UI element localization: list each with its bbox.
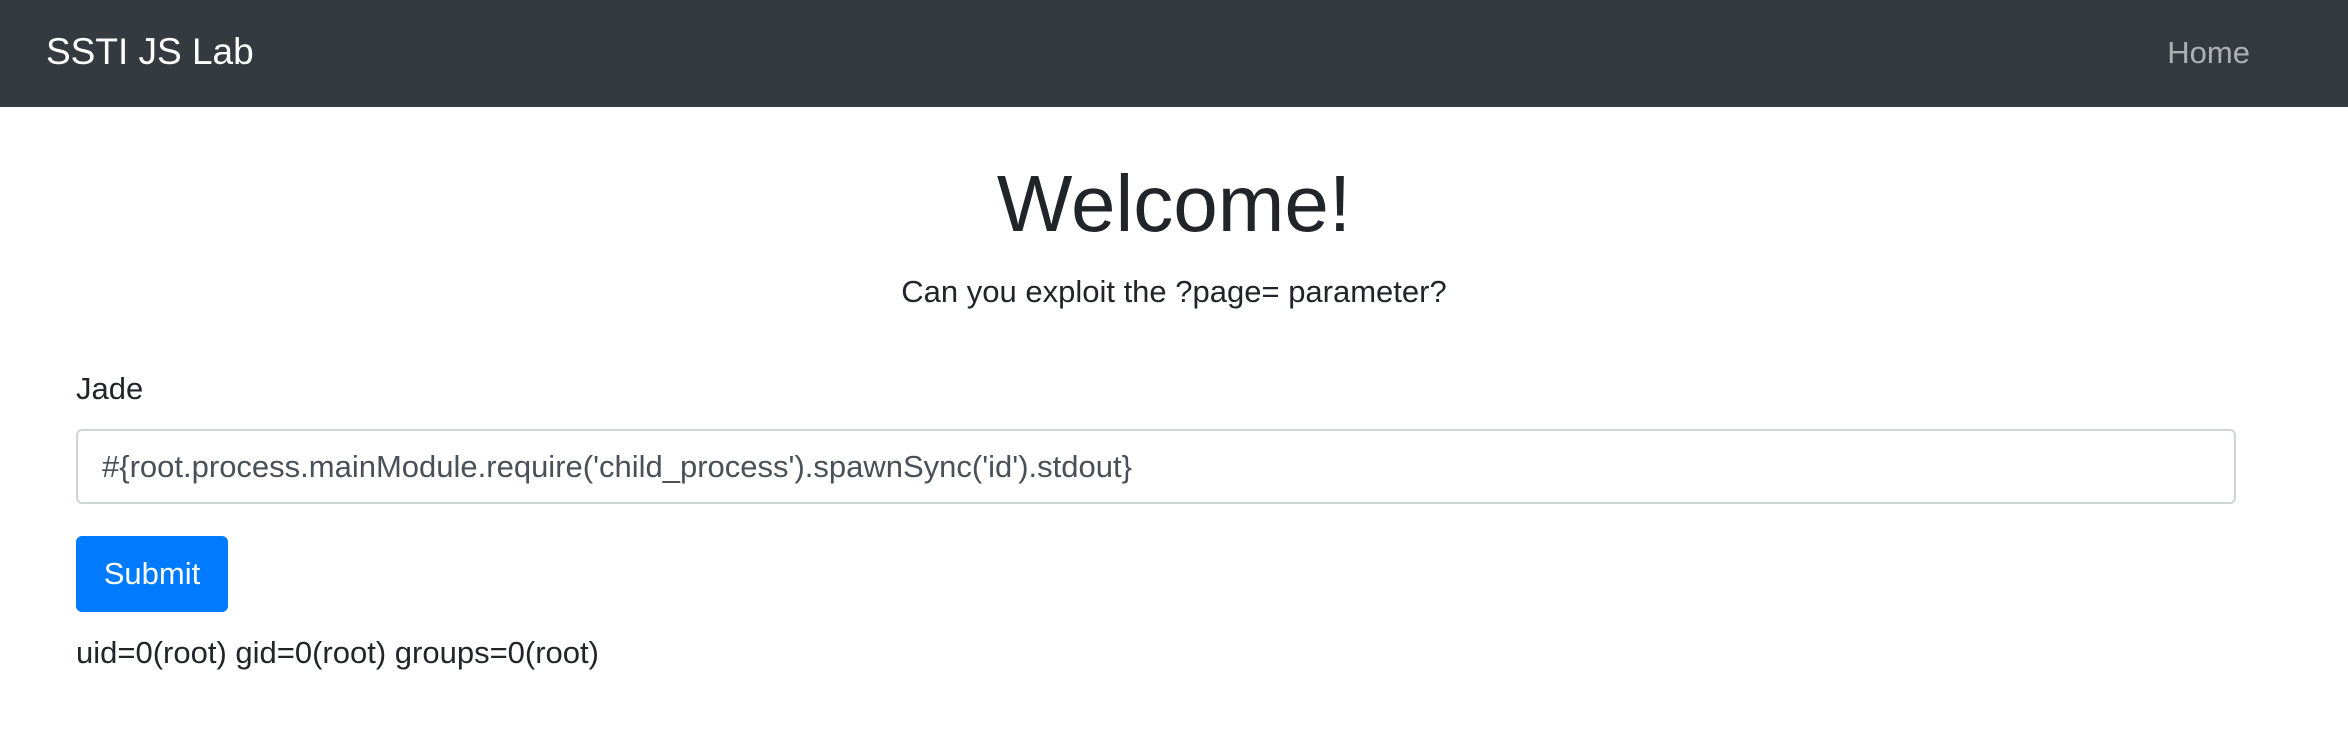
page-subtitle: Can you exploit the ?page= parameter?: [901, 274, 1447, 309]
submit-button[interactable]: Submit: [76, 536, 228, 612]
page-title: Welcome!: [996, 159, 1352, 248]
nav-link-home[interactable]: Home: [2167, 33, 2250, 73]
template-input[interactable]: [76, 429, 2236, 504]
navbar-brand[interactable]: SSTI JS Lab: [46, 29, 254, 75]
command-output: uid=0(root) gid=0(root) groups=0(root): [76, 635, 599, 670]
template-label: Jade: [76, 371, 144, 406]
navbar: SSTI JS Lab Home: [0, 0, 2348, 107]
